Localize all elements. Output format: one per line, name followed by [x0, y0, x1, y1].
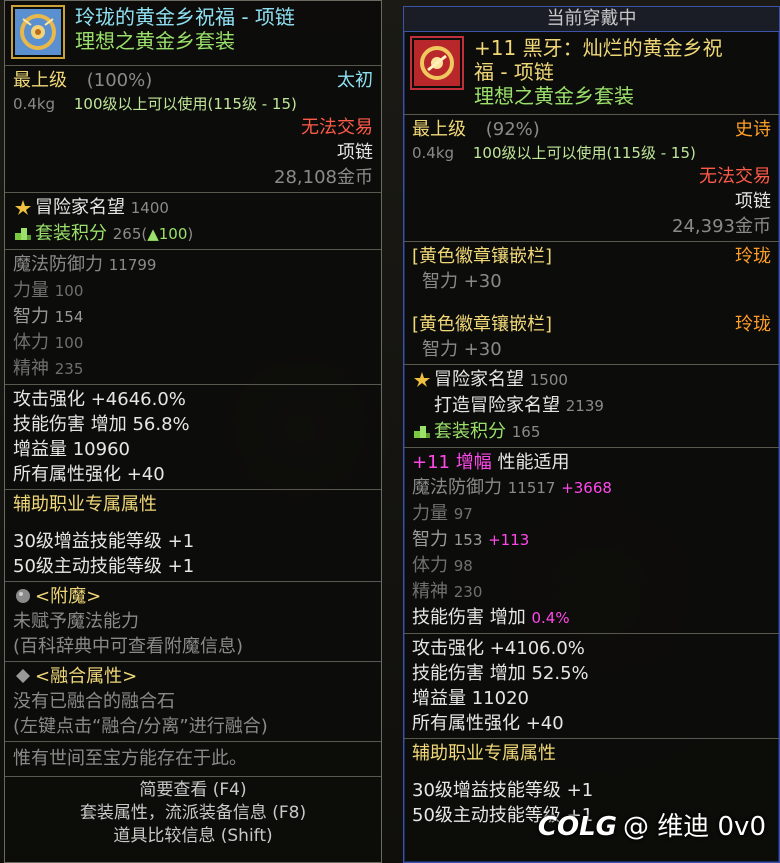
support-header: 辅助职业专属属性	[13, 494, 157, 515]
fusion-hint: (左键点击“融合/分离”进行融合)	[13, 716, 268, 737]
trade-status: 无法交易	[301, 117, 373, 138]
support-header: 辅助职业专属属性	[412, 743, 556, 764]
weight: 0.4kg	[13, 95, 56, 113]
fusion-header: <融合属性>	[35, 666, 138, 687]
skill-level-30: 30级增益技能等级 +1	[412, 780, 594, 801]
footer-set-info[interactable]: 套装属性，流派装备信息 (F8)	[5, 802, 381, 825]
emblem-type: 玲珑	[735, 314, 771, 335]
skill-level-50: 50级主动技能等级 +1	[13, 556, 195, 577]
set-point-label: 套装积分	[434, 421, 506, 442]
magic-defense-bonus: +3668	[561, 479, 612, 497]
item-header: +11 黑牙：灿烂的黄金乡祝 福 - 项链 理想之黄金乡套装	[404, 32, 779, 112]
skill-damage: 技能伤害 增加 52.5%	[412, 663, 589, 684]
grade-label: 最上级	[412, 119, 466, 140]
colg-logo: COLG	[537, 812, 617, 842]
attack-boost: 攻击强化 +4646.0%	[13, 389, 186, 410]
fame-label: 冒险家名望	[35, 197, 125, 218]
necklace-icon	[410, 36, 464, 90]
emblem-stat: 智力 +30	[422, 339, 502, 360]
grade-label: 最上级	[13, 70, 67, 91]
enchant-none: 未赋予魔法能力	[13, 611, 139, 632]
sell-price: 28,108金币	[274, 167, 373, 188]
forge-fame-value: 2139	[565, 397, 604, 415]
set-point-icon	[412, 422, 432, 440]
rarity-label: 史诗	[735, 119, 771, 140]
necklace-icon	[11, 5, 65, 59]
fame-value: 1400	[130, 199, 169, 217]
enchant-header: <附魔>	[35, 586, 102, 607]
amplify-label: +11 增幅	[412, 452, 492, 473]
element-boost: 所有属性强化 +40	[13, 464, 165, 485]
sell-price: 24,393金币	[672, 216, 771, 237]
slot-type: 项链	[735, 191, 771, 212]
emblem-stat: 智力 +30	[422, 271, 502, 292]
enchant-orb-icon	[13, 587, 33, 605]
magic-defense-value: 11799	[108, 256, 157, 274]
footer-compare[interactable]: 道具比较信息 (Shift)	[5, 825, 381, 848]
fame-label: 冒险家名望	[434, 369, 524, 390]
emblem-type: 玲珑	[735, 246, 771, 267]
buff-amount: 增益量 10960	[13, 439, 130, 460]
attack-boost: 攻击强化 +4106.0%	[412, 638, 585, 659]
flavor-text: 惟有世间至宝方能存在于此。	[13, 748, 247, 769]
footer-quick-view[interactable]: 简要查看 (F4)	[5, 779, 381, 802]
grade-percent: (100%)	[86, 70, 153, 91]
item-header: 玲珑的黄金乡祝福 - 项链 理想之黄金乡套装	[5, 1, 381, 63]
watermark: COLG @ 维迪 0v0	[538, 806, 766, 843]
set-point-value: 265(	[112, 225, 148, 243]
level-requirement: 100级以上可以使用(115级 - 15)	[73, 95, 297, 113]
set-name: 理想之黄金乡套装	[75, 29, 235, 53]
forge-fame-label: 打造冒险家名望	[434, 395, 560, 416]
item-name-line2: 福 - 项链	[474, 60, 554, 84]
fusion-none: 没有已融合的融合石	[13, 691, 175, 712]
emblem-slot-label: [黄色徽章镶嵌栏]	[412, 314, 553, 335]
magic-defense-label: 魔法防御力	[13, 254, 103, 275]
set-name: 理想之黄金乡套装	[474, 84, 634, 108]
item-name: 玲珑的黄金乡祝福 - 项链	[75, 5, 295, 29]
amplify-suffix: 性能适用	[497, 452, 570, 473]
set-point-label: 套装积分	[35, 223, 107, 244]
stat-row: 体力 98	[412, 555, 473, 576]
set-point-increase: ▲100	[147, 225, 188, 243]
stat-row: 力量 97	[412, 503, 473, 524]
magic-defense-value: 11517	[507, 479, 556, 497]
element-boost: 所有属性强化 +40	[412, 713, 564, 734]
emblem-slot-label: [黄色徽章镶嵌栏]	[412, 246, 553, 267]
watermark-text: @ 维迪 0v0	[622, 812, 766, 842]
skill-damage: 技能伤害 增加 56.8%	[13, 414, 190, 435]
level-requirement: 100级以上可以使用(115级 - 15)	[472, 144, 696, 162]
item-tooltip-compare: 玲珑的黄金乡祝福 - 项链 理想之黄金乡套装 最上级 (100%) 太初 0.4…	[4, 0, 382, 863]
skill-level-30: 30级增益技能等级 +1	[13, 531, 195, 552]
buff-amount: 增益量 11020	[412, 688, 529, 709]
slot-type: 项链	[337, 142, 373, 163]
stat-row: 精神 235	[13, 358, 84, 379]
item-tooltip-equipped: 当前穿戴中 +11 黑牙：灿烂的黄金乡祝 福 - 项链 理想之黄金乡套装 最上级…	[403, 6, 780, 863]
grade-percent: (92%)	[485, 119, 540, 140]
item-name-line1: +11 黑牙：灿烂的黄金乡祝	[474, 36, 723, 60]
stat-row: 体力 100	[13, 332, 84, 353]
set-point-icon	[13, 224, 33, 242]
trade-status: 无法交易	[699, 166, 771, 187]
rarity-label: 太初	[337, 70, 373, 91]
magic-defense-label: 魔法防御力	[412, 477, 502, 498]
stat-row: 智力 153 +113	[412, 529, 530, 550]
fame-icon	[412, 370, 432, 388]
stat-row: 力量 100	[13, 280, 84, 301]
stat-row: 精神 230	[412, 581, 483, 602]
fame-icon	[13, 198, 33, 216]
amplify-skill-label: 技能伤害 增加	[412, 607, 526, 628]
stat-row: 智力 154	[13, 306, 84, 327]
fame-value: 1500	[529, 371, 568, 389]
set-point-value: 165	[511, 423, 541, 441]
amplify-skill-value: 0.4%	[531, 609, 570, 627]
fusion-diamond-icon	[13, 667, 33, 685]
enchant-hint: (百科辞典中可查看附魔信息)	[13, 636, 244, 657]
equipped-title: 当前穿戴中	[404, 7, 779, 32]
weight: 0.4kg	[412, 144, 455, 162]
